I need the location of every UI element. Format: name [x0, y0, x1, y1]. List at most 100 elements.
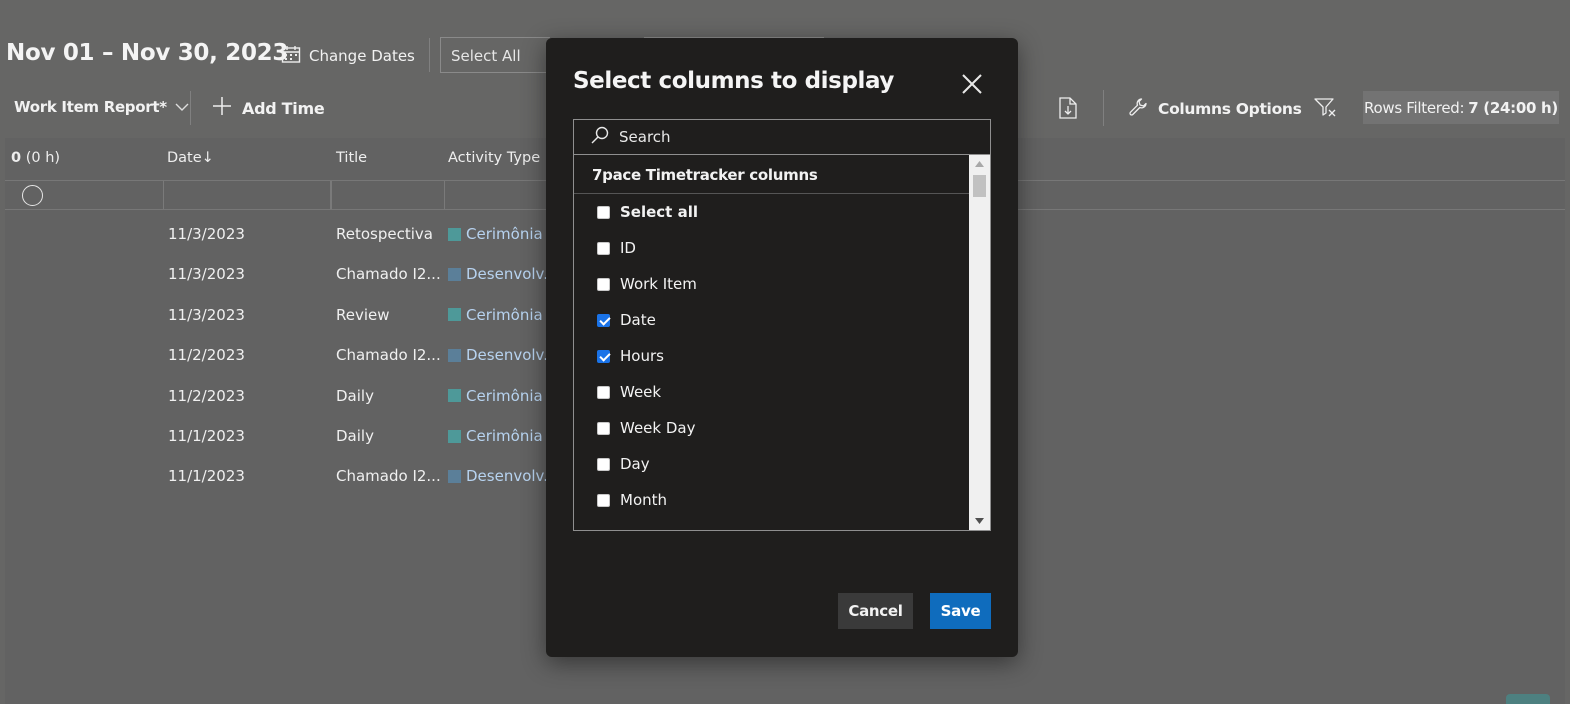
column-option-select-all[interactable]: Select all: [574, 194, 969, 230]
column-option-label: Week Day: [620, 419, 696, 437]
row-activity[interactable]: Cerimônia: [448, 306, 543, 324]
column-option-label: Select all: [620, 203, 698, 221]
plus-icon: [212, 96, 232, 120]
date-filter-cell[interactable]: [163, 181, 331, 209]
row-title: Retospectiva: [336, 225, 433, 243]
column-option-id[interactable]: ID: [574, 230, 969, 266]
row-date: 11/2/2023: [168, 386, 245, 405]
column-option-label: Day: [620, 455, 650, 473]
column-option-label: Hours: [620, 347, 664, 365]
select-all-dropdown[interactable]: Select All: [440, 37, 550, 73]
column-option-month[interactable]: Month: [574, 482, 969, 518]
row-activity[interactable]: Desenvolv...: [448, 346, 558, 364]
search-field[interactable]: [573, 119, 991, 155]
column-option-week-day[interactable]: Week Day: [574, 410, 969, 446]
activity-color-swatch: [448, 469, 461, 483]
column-option-label: ID: [620, 239, 636, 257]
checkbox[interactable]: [597, 421, 610, 435]
select-all-rows-radio[interactable]: [22, 185, 43, 206]
row-activity-label: Desenvolv...: [466, 346, 558, 365]
cancel-button[interactable]: Cancel: [838, 593, 913, 629]
row-activity[interactable]: Cerimônia: [448, 225, 543, 243]
wrench-icon: [1128, 97, 1148, 121]
corner-action-button[interactable]: [1506, 694, 1550, 704]
clear-filter-icon[interactable]: [1314, 97, 1338, 121]
row-title: Chamado I2...: [336, 265, 441, 284]
report-dropdown[interactable]: Work Item Report*: [14, 98, 189, 116]
column-option-week[interactable]: Week: [574, 374, 969, 410]
row-activity-label: Cerimônia: [466, 225, 543, 243]
row-title: Chamado I2...: [336, 467, 441, 486]
row-title: Review: [336, 305, 390, 324]
row-title: Daily: [336, 386, 374, 405]
row-activity[interactable]: Desenvolv...: [448, 265, 558, 283]
dialog-title: Select columns to display: [573, 68, 895, 94]
change-dates-label: Change Dates: [309, 47, 415, 65]
column-option-label: Week: [620, 383, 662, 401]
activity-color-swatch: [448, 267, 461, 281]
checkbox[interactable]: [597, 241, 610, 255]
row-activity[interactable]: Cerimônia: [448, 427, 543, 445]
scrollbar-thumb[interactable]: [973, 175, 986, 197]
list-scrollbar[interactable]: [969, 155, 990, 530]
title-filter-cell[interactable]: [331, 181, 445, 209]
checkbox[interactable]: [597, 493, 610, 507]
activity-color-swatch: [448, 429, 461, 443]
columns-options-button[interactable]: Columns Options: [1128, 97, 1302, 121]
divider: [429, 38, 430, 72]
row-date: 11/2/2023: [168, 346, 245, 365]
scroll-down-icon[interactable]: [969, 512, 990, 530]
row-date: 11/1/2023: [168, 427, 245, 445]
column-option-work-item[interactable]: Work Item: [574, 266, 969, 302]
activity-color-swatch: [448, 227, 461, 241]
row-activity[interactable]: Desenvolv...: [448, 467, 558, 485]
rows-filtered-label: Rows Filtered:: [1364, 98, 1465, 117]
page-title: Nov 01 – Nov 30, 2023: [6, 40, 289, 66]
row-date: 11/3/2023: [168, 265, 245, 284]
column-option-label: Date: [620, 311, 656, 329]
column-header-date[interactable]: Date↓: [167, 150, 214, 166]
checkbox[interactable]: [597, 457, 610, 471]
column-option-label: Month: [620, 491, 668, 509]
row-activity[interactable]: Cerimônia: [448, 387, 543, 405]
add-time-label: Add Time: [242, 98, 325, 118]
checkbox[interactable]: [597, 529, 610, 530]
summary-header: 0 (0 h): [11, 150, 60, 166]
row-activity-label: Cerimônia: [466, 427, 543, 445]
close-icon[interactable]: [959, 71, 985, 97]
calendar-icon: [281, 45, 301, 67]
divider: [1103, 90, 1104, 126]
chevron-down-icon: [175, 98, 189, 116]
save-button[interactable]: Save: [930, 593, 991, 629]
activity-color-swatch: [448, 308, 461, 322]
summary-count: 0: [11, 150, 22, 166]
group-header: 7pace Timetracker columns: [574, 155, 969, 194]
column-option-hours[interactable]: Hours: [574, 338, 969, 374]
row-date: 11/1/2023: [168, 467, 245, 486]
column-option-day[interactable]: Day: [574, 446, 969, 482]
column-header-activity[interactable]: Activity Type: [448, 150, 540, 166]
checkbox[interactable]: [597, 385, 610, 399]
summary-hours: (0 h): [25, 150, 61, 166]
row-activity-label: Desenvolv...: [466, 467, 558, 486]
checkbox[interactable]: [597, 313, 610, 327]
divider: [190, 91, 191, 125]
row-activity-label: Desenvolv...: [466, 265, 558, 284]
checkbox[interactable]: [597, 349, 610, 363]
columns-options-label: Columns Options: [1158, 100, 1302, 118]
column-option-date[interactable]: Date: [574, 302, 969, 338]
activity-color-swatch: [448, 348, 461, 362]
change-dates-button[interactable]: Change Dates: [281, 45, 415, 67]
row-activity-label: Cerimônia: [466, 305, 543, 324]
column-header-title[interactable]: Title: [336, 150, 367, 166]
search-icon: [590, 126, 610, 148]
partial-list-item: [574, 518, 969, 530]
column-option-label: Work Item: [620, 275, 697, 293]
checkbox[interactable]: [597, 205, 610, 219]
report-label: Work Item Report*: [14, 98, 167, 116]
export-icon[interactable]: [1058, 97, 1078, 123]
add-time-button[interactable]: Add Time: [212, 96, 325, 120]
scroll-up-icon[interactable]: [969, 155, 990, 173]
search-input[interactable]: [619, 128, 959, 146]
checkbox[interactable]: [597, 277, 610, 291]
